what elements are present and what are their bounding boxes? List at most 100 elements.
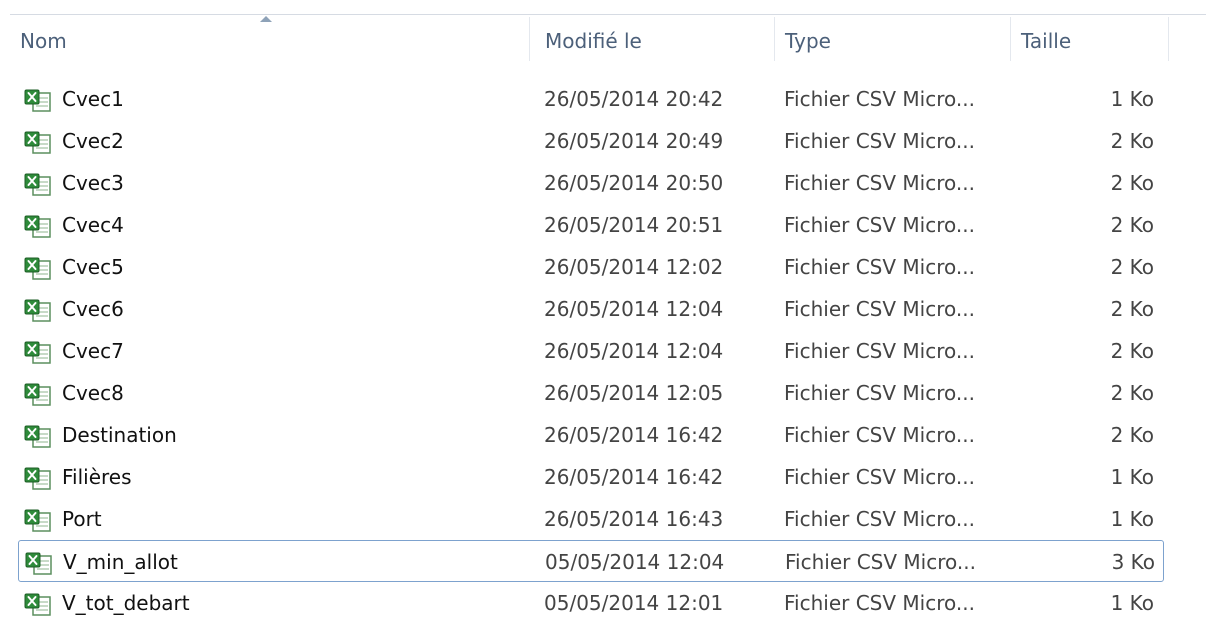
file-modified-date: 26/05/2014 12:05 [544, 381, 724, 405]
file-type: Fichier CSV Micro... [784, 423, 975, 447]
file-type: Fichier CSV Micro... [784, 381, 975, 405]
file-size: 2 Ko [1110, 213, 1154, 237]
file-name: V_tot_debart [62, 591, 190, 615]
file-size: 1 Ko [1110, 87, 1154, 111]
file-size: 2 Ko [1110, 423, 1154, 447]
file-size: 2 Ko [1110, 129, 1154, 153]
file-modified-date: 05/05/2014 12:04 [545, 550, 725, 574]
file-name: Cvec1 [62, 87, 124, 111]
file-size: 2 Ko [1110, 255, 1154, 279]
file-name: Cvec2 [62, 129, 124, 153]
excel-csv-file-icon [24, 463, 52, 490]
file-name-cell: Cvec8 [24, 372, 124, 414]
file-name: Cvec3 [62, 171, 124, 195]
file-type: Fichier CSV Micro... [784, 129, 975, 153]
file-row[interactable]: Cvec6 26/05/2014 12:04 Fichier CSV Micro..… [16, 288, 1206, 330]
file-size: 1 Ko [1110, 507, 1154, 531]
file-name: Filières [62, 465, 132, 489]
excel-csv-file-icon [24, 379, 52, 406]
file-size: 2 Ko [1110, 297, 1154, 321]
file-name-cell: Cvec1 [24, 78, 124, 120]
file-row[interactable]: Cvec8 26/05/2014 12:05 Fichier CSV Micro..… [16, 372, 1206, 414]
file-modified-date: 26/05/2014 16:42 [544, 465, 724, 489]
file-modified-date: 26/05/2014 12:02 [544, 255, 724, 279]
file-type: Fichier CSV Micro... [785, 550, 976, 574]
file-name: Port [62, 507, 102, 531]
column-header-type[interactable]: Type [775, 15, 1011, 67]
file-name-cell: Cvec3 [24, 162, 124, 204]
file-row[interactable]: Cvec5 26/05/2014 12:02 Fichier CSV Micro..… [16, 246, 1206, 288]
file-modified-date: 26/05/2014 12:04 [544, 297, 724, 321]
column-header-size-label: Taille [1021, 29, 1072, 53]
excel-csv-file-icon [24, 169, 52, 196]
file-row[interactable]: V_min_allot 05/05/2014 12:04 Fichier CSV M… [18, 540, 1164, 582]
column-header-name-label: Nom [20, 29, 67, 53]
excel-csv-file-icon [24, 589, 52, 616]
file-size: 2 Ko [1110, 381, 1154, 405]
column-header-size[interactable]: Taille [1011, 15, 1169, 67]
file-type: Fichier CSV Micro... [784, 591, 975, 615]
file-size: 2 Ko [1110, 339, 1154, 363]
column-header-bar: Nom Modifié le Type Taille [10, 15, 1206, 67]
file-name: Cvec5 [62, 255, 124, 279]
file-name-cell: Destination [24, 414, 177, 456]
file-list: Cvec1 26/05/2014 20:42 Fichier CSV Micro..… [16, 78, 1206, 624]
file-row[interactable]: Filières 26/05/2014 16:42 Fichier CSV Micr… [16, 456, 1206, 498]
file-row[interactable]: Cvec4 26/05/2014 20:51 Fichier CSV Micro..… [16, 204, 1206, 246]
excel-csv-file-icon [24, 85, 52, 112]
file-name-cell: Filières [24, 456, 132, 498]
file-row[interactable]: V_tot_debart 05/05/2014 12:01 Fichier CSV … [16, 582, 1206, 624]
file-modified-date: 26/05/2014 16:42 [544, 423, 724, 447]
file-modified-date: 26/05/2014 20:49 [544, 129, 724, 153]
file-name-cell: Cvec5 [24, 246, 124, 288]
excel-csv-file-icon [24, 253, 52, 280]
file-modified-date: 26/05/2014 12:04 [544, 339, 724, 363]
file-name: Destination [62, 423, 177, 447]
file-name-cell: V_tot_debart [24, 582, 190, 624]
file-modified-date: 26/05/2014 20:50 [544, 171, 724, 195]
file-size: 1 Ko [1110, 591, 1154, 615]
file-name-cell: Port [24, 498, 102, 540]
column-header-name[interactable]: Nom [10, 15, 530, 67]
file-row[interactable]: Cvec7 26/05/2014 12:04 Fichier CSV Micro..… [16, 330, 1206, 372]
column-header-modified[interactable]: Modifié le [535, 15, 775, 67]
file-type: Fichier CSV Micro... [784, 339, 975, 363]
file-name: Cvec4 [62, 213, 124, 237]
file-type: Fichier CSV Micro... [784, 213, 975, 237]
file-name-cell: Cvec7 [24, 330, 124, 372]
file-type: Fichier CSV Micro... [784, 507, 975, 531]
file-name: Cvec7 [62, 339, 124, 363]
file-type: Fichier CSV Micro... [784, 255, 975, 279]
excel-csv-file-icon [24, 505, 52, 532]
file-type: Fichier CSV Micro... [784, 465, 975, 489]
file-size: 3 Ko [1111, 550, 1155, 574]
file-modified-date: 26/05/2014 16:43 [544, 507, 724, 531]
file-name-cell: V_min_allot [25, 541, 178, 583]
file-type: Fichier CSV Micro... [784, 87, 975, 111]
excel-csv-file-icon [24, 127, 52, 154]
column-header-type-label: Type [785, 29, 831, 53]
file-size: 2 Ko [1110, 171, 1154, 195]
excel-csv-file-icon [25, 548, 53, 575]
file-modified-date: 26/05/2014 20:42 [544, 87, 724, 111]
file-name: Cvec8 [62, 381, 124, 405]
excel-csv-file-icon [24, 295, 52, 322]
excel-csv-file-icon [24, 337, 52, 364]
file-type: Fichier CSV Micro... [784, 171, 975, 195]
file-modified-date: 26/05/2014 20:51 [544, 213, 724, 237]
column-header-modified-label: Modifié le [545, 29, 642, 53]
file-row[interactable]: Port 26/05/2014 16:43 Fichier CSV Micro...… [16, 498, 1206, 540]
file-size: 1 Ko [1110, 465, 1154, 489]
file-modified-date: 05/05/2014 12:01 [544, 591, 724, 615]
file-name-cell: Cvec2 [24, 120, 124, 162]
file-row[interactable]: Cvec2 26/05/2014 20:49 Fichier CSV Micro..… [16, 120, 1206, 162]
file-name: Cvec6 [62, 297, 124, 321]
excel-csv-file-icon [24, 421, 52, 448]
file-row[interactable]: Destination 26/05/2014 16:42 Fichier CSV M… [16, 414, 1206, 456]
file-name-cell: Cvec4 [24, 204, 124, 246]
file-row[interactable]: Cvec1 26/05/2014 20:42 Fichier CSV Micro..… [16, 78, 1206, 120]
file-row[interactable]: Cvec3 26/05/2014 20:50 Fichier CSV Micro..… [16, 162, 1206, 204]
file-name: V_min_allot [63, 550, 178, 574]
excel-csv-file-icon [24, 211, 52, 238]
sort-ascending-arrow-icon [260, 16, 272, 22]
